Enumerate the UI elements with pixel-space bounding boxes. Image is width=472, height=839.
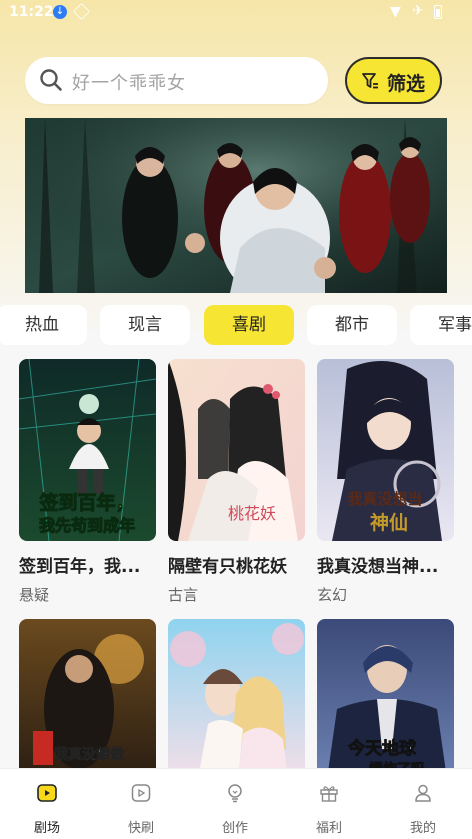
cover-title-text: 今天地球: [348, 738, 417, 759]
nav-label: 剧场: [33, 821, 60, 836]
banner-image: [25, 118, 447, 293]
card-cover: 我真没想做: [19, 619, 156, 779]
filter-icon: [362, 73, 378, 89]
card-cover: 我真没想当 神仙: [317, 359, 454, 541]
card-title: 签到百年，我...: [19, 557, 141, 577]
tab-category-active[interactable]: 喜剧: [204, 305, 294, 345]
tab-category[interactable]: 都市: [307, 305, 397, 345]
nav-item-quick[interactable]: 快刷: [94, 769, 188, 839]
cover-title-text: 桃花妖: [228, 504, 276, 523]
card-genre: 悬疑: [19, 586, 50, 604]
filter-button[interactable]: 筛选: [345, 57, 442, 104]
download-icon: ↓: [53, 5, 67, 19]
nav-label: 快刷: [127, 821, 154, 836]
nav-item-create[interactable]: 创作: [188, 769, 282, 839]
card-genre: 玄幻: [317, 586, 348, 604]
cover-title-text: 我真没想做: [54, 746, 125, 763]
card-cover: [168, 619, 305, 779]
card-cover: 签到百年， 我先苟到成年: [19, 359, 156, 541]
nav-label: 我的: [409, 821, 436, 836]
nav-label: 福利: [315, 821, 342, 836]
search-icon: [40, 69, 62, 91]
cover-title-text: 神仙: [370, 511, 408, 534]
status-time: 11:22: [9, 4, 54, 20]
cover-title-text: 我真没想当: [347, 490, 422, 508]
category-tabs: 热血 现言 喜剧 都市 军事: [0, 305, 472, 347]
play-icon: [131, 784, 151, 802]
airplane-icon: ✈: [412, 3, 424, 19]
nav-label: 创作: [221, 821, 248, 836]
card-genre: 古言: [168, 586, 199, 604]
gift-icon: [320, 786, 338, 802]
battery-icon: [434, 5, 442, 19]
nav-item-mine[interactable]: 我的: [376, 769, 470, 839]
nav-item-theater[interactable]: 剧场: [0, 769, 94, 839]
search-placeholder: 好一个乖乖女: [72, 73, 186, 94]
status-bar: 11:22 ↓ ▼ ✈: [0, 0, 472, 26]
cover-title-text: 签到百年，: [38, 491, 134, 514]
wifi-icon: ▼: [390, 4, 401, 20]
bottom-nav: 剧场 快刷 创作 福利 我的: [0, 768, 472, 839]
card-cover: 桃花妖: [168, 359, 305, 541]
tab-category[interactable]: 军事: [410, 305, 472, 345]
card-cover: 今天地球 爆炸了吗: [317, 619, 454, 779]
filter-button-label: 筛选: [387, 73, 426, 95]
cube-icon: [73, 3, 90, 20]
featured-banner[interactable]: [25, 118, 447, 293]
cover-title-text: 我先苟到成年: [39, 516, 135, 535]
card-title: 我真没想当神...: [317, 557, 439, 577]
theater-icon: [37, 784, 57, 802]
user-icon: [415, 784, 431, 802]
bulb-icon: [228, 784, 242, 803]
nav-item-welfare[interactable]: 福利: [282, 769, 376, 839]
card-title: 隔壁有只桃花妖: [168, 557, 287, 577]
tab-category[interactable]: 热血: [0, 305, 87, 345]
tab-category[interactable]: 现言: [100, 305, 190, 345]
search-bar[interactable]: 好一个乖乖女: [25, 57, 328, 104]
